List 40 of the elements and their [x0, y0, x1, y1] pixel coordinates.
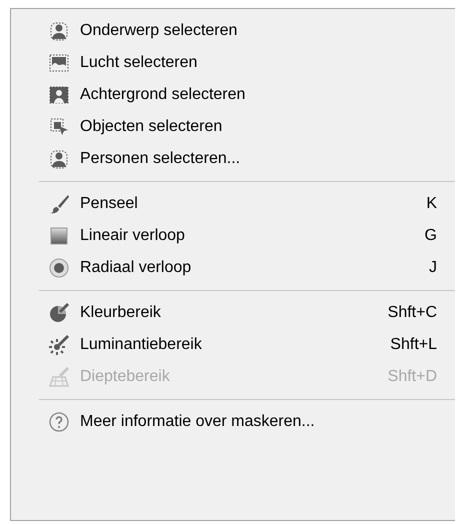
menu-item-label: Dieptebereik — [80, 367, 171, 387]
menu-item-label: Lucht selecteren — [80, 53, 198, 73]
background-selection-icon — [48, 84, 70, 106]
menu-item[interactable]: Achtergrond selecteren — [11, 79, 455, 111]
menu-item-label: Penseel — [80, 194, 139, 214]
menu-item[interactable]: Luminantiebereik Shft+L — [11, 329, 455, 361]
depth-range-icon — [48, 366, 70, 388]
radial-gradient-icon — [48, 257, 70, 279]
menu-item[interactable]: Personen selecteren... — [11, 143, 455, 175]
menu-item[interactable]: Meer informatie over maskeren... — [11, 406, 455, 438]
menu-item-label: Kleurbereik — [80, 303, 162, 323]
shortcut-label: Shft+L — [390, 335, 437, 355]
menu-item[interactable]: Radiaal verloop J — [11, 252, 455, 284]
menu-item-label: Achtergrond selecteren — [80, 85, 246, 105]
person-selection-icon — [48, 148, 70, 170]
menu-item-label: Meer informatie over maskeren... — [80, 412, 316, 432]
menu-item-label: Luminantiebereik — [80, 335, 203, 355]
linear-gradient-icon — [48, 225, 70, 247]
shortcut-label: J — [429, 258, 437, 278]
help-icon — [48, 411, 70, 433]
menu-item-label: Objecten selecteren — [80, 117, 224, 137]
color-range-icon — [48, 302, 70, 324]
sky-selection-icon — [48, 52, 70, 74]
menu-item[interactable]: Lineair verloop G — [11, 220, 455, 252]
menu-item[interactable]: Onderwerp selecteren — [11, 15, 455, 47]
menu-item[interactable]: Kleurbereik Shft+C — [11, 297, 455, 329]
menu-item-label: Personen selecteren... — [80, 149, 242, 169]
shortcut-label: K — [426, 194, 437, 214]
menu-item[interactable]: Objecten selecteren — [11, 111, 455, 143]
shortcut-label: Shft+D — [388, 367, 437, 387]
shortcut-label: G — [424, 226, 437, 246]
menu-item[interactable]: Lucht selecteren — [11, 47, 455, 79]
person-selection-icon — [48, 20, 70, 42]
shortcut-label: Shft+C — [388, 303, 437, 323]
menu-item-label: Onderwerp selecteren — [80, 21, 238, 41]
menu-item[interactable]: Penseel K — [11, 188, 455, 220]
menu-item-label: Lineair verloop — [80, 226, 186, 246]
menu-item-label: Radiaal verloop — [80, 258, 192, 278]
brush-icon — [48, 193, 70, 215]
luminance-range-icon — [48, 334, 70, 356]
